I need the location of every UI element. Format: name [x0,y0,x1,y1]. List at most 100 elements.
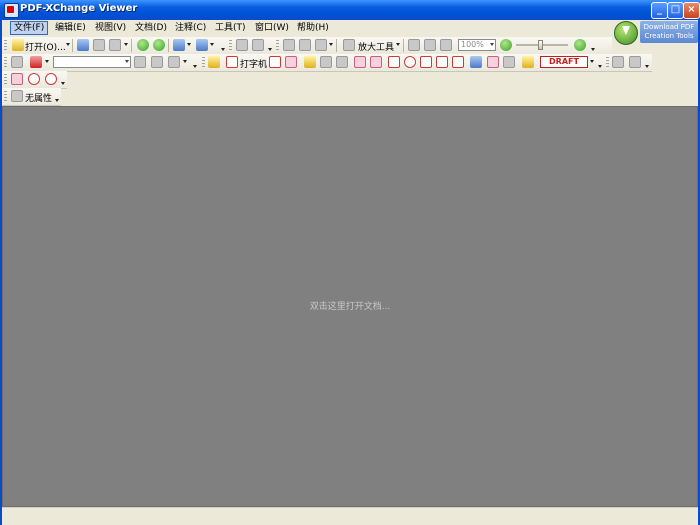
zoom-tool-dropdown-arrow[interactable] [396,43,400,46]
menu-view[interactable]: 视图(V) [92,22,129,34]
menu-document[interactable]: 文档(D) [132,22,170,34]
zoom-out-icon[interactable] [500,39,512,51]
eraser-icon[interactable] [503,56,515,68]
text-box-icon[interactable] [269,56,281,68]
toolbar-grip[interactable] [4,57,7,68]
select-text-icon[interactable] [299,39,311,51]
rotate-right-icon[interactable] [252,39,264,51]
document-area[interactable]: 双击这里打开文档... [2,106,698,507]
maximize-button[interactable]: □ [667,2,684,19]
rotate-left-icon[interactable] [236,39,248,51]
rectangle-tool-icon[interactable] [388,56,400,68]
email-dropdown-arrow[interactable] [124,43,128,46]
find-icon[interactable] [134,56,146,68]
find-next-icon[interactable] [151,56,163,68]
toolbar-grip[interactable] [229,40,232,51]
toolbar-overflow-chevron[interactable] [61,82,65,85]
toolbar-grip[interactable] [276,40,279,51]
save-icon[interactable] [77,39,89,51]
area-tool-icon[interactable] [45,73,57,85]
zoom-in-icon[interactable] [574,39,586,51]
download-pdf-tools-button[interactable]: Download PDF Creation Tools [612,20,698,45]
zoom-level-arrow[interactable] [490,43,494,46]
separator [168,39,169,52]
fit-page-icon[interactable] [424,39,436,51]
email-icon[interactable] [109,39,121,51]
back-icon[interactable] [137,39,149,51]
redo-icon[interactable] [196,39,208,51]
search-options-icon[interactable] [168,56,180,68]
open-button-label[interactable]: 打开(O)... [25,40,66,53]
toolbar-overflow-chevron[interactable] [645,65,649,68]
adobe-icon[interactable] [30,56,42,68]
actual-size-icon[interactable] [408,39,420,51]
zoom-tool-label[interactable]: 放大工具 [358,40,394,53]
distance-tool-icon[interactable] [11,73,23,85]
menu-help[interactable]: 帮助(H) [294,22,332,34]
typewriter-label[interactable]: 打字机 [240,57,267,70]
toolbar-overflow-chevron[interactable] [268,48,272,51]
stamp-dropdown-arrow[interactable] [590,60,594,63]
toolbar-overflow-chevron[interactable] [598,65,602,68]
undo-dropdown-arrow[interactable] [187,43,191,46]
stamp-icon[interactable] [522,56,534,68]
menu-file[interactable]: 文件(F) [10,21,49,35]
snapshot-dropdown-arrow[interactable] [329,43,333,46]
toolbar-grip[interactable] [4,91,7,102]
layers-icon[interactable] [629,56,641,68]
eye-icon[interactable] [11,56,23,68]
menu-edit[interactable]: 编辑(E) [52,22,89,34]
snapshot-icon[interactable] [315,39,327,51]
open-folder-icon[interactable] [12,39,24,51]
toolbar-overflow-chevron[interactable] [591,48,595,51]
pencil-icon[interactable] [487,56,499,68]
hand-tool-icon[interactable] [283,39,295,51]
arrow-tool-icon[interactable] [354,56,366,68]
comments-list-icon[interactable] [612,56,624,68]
forward-icon[interactable] [153,39,165,51]
typewriter-icon[interactable] [226,56,238,68]
fit-width-icon[interactable] [440,39,452,51]
callout-icon[interactable] [285,56,297,68]
menu-comments[interactable]: 注释(C) [172,22,209,34]
underline-icon[interactable] [336,56,348,68]
app-icon[interactable] [4,3,19,18]
toolbar-overflow-chevron[interactable] [221,48,225,51]
toolbar-overflow-chevron[interactable] [193,65,197,68]
stamp-preview[interactable]: DRAFT [540,56,588,68]
open-dropdown-arrow[interactable] [66,43,70,46]
toolbar-grip[interactable] [606,57,609,68]
cloud-tool-icon[interactable] [452,56,464,68]
zoom-slider-thumb[interactable] [538,40,543,50]
title-bar[interactable]: PDF-XChange Viewer _ □ × [0,0,700,20]
oval-tool-icon[interactable] [404,56,416,68]
properties-label[interactable]: 无属性 [25,91,52,104]
menu-window[interactable]: 窗口(W) [252,22,292,34]
zoom-slider[interactable] [516,40,568,50]
toolbar-grip[interactable] [202,57,205,68]
search-combo-arrow[interactable] [125,60,129,63]
adobe-dropdown-arrow[interactable] [45,60,49,63]
sticky-note-icon[interactable] [208,56,220,68]
polyline-tool-icon[interactable] [436,56,448,68]
line-tool-icon[interactable] [370,56,382,68]
zoom-level-combo[interactable]: 100% [458,39,496,51]
redo-dropdown-arrow[interactable] [210,43,214,46]
toolbar-grip[interactable] [4,74,7,85]
properties-icon[interactable] [11,90,23,102]
polygon-tool-icon[interactable] [420,56,432,68]
menu-tools[interactable]: 工具(T) [212,22,249,34]
strikeout-icon[interactable] [320,56,332,68]
search-combo[interactable] [53,56,131,68]
undo-icon[interactable] [173,39,185,51]
search-options-dropdown-arrow[interactable] [183,60,187,63]
highlight-icon[interactable] [304,56,316,68]
toolbar-grip[interactable] [4,40,7,51]
print-icon[interactable] [93,39,105,51]
pin-icon[interactable] [470,56,482,68]
minimize-button[interactable]: _ [651,2,668,19]
close-button[interactable]: × [683,2,700,19]
toolbar-overflow-chevron[interactable] [55,99,59,102]
zoom-in-tool-icon[interactable] [343,39,355,51]
perimeter-tool-icon[interactable] [28,73,40,85]
